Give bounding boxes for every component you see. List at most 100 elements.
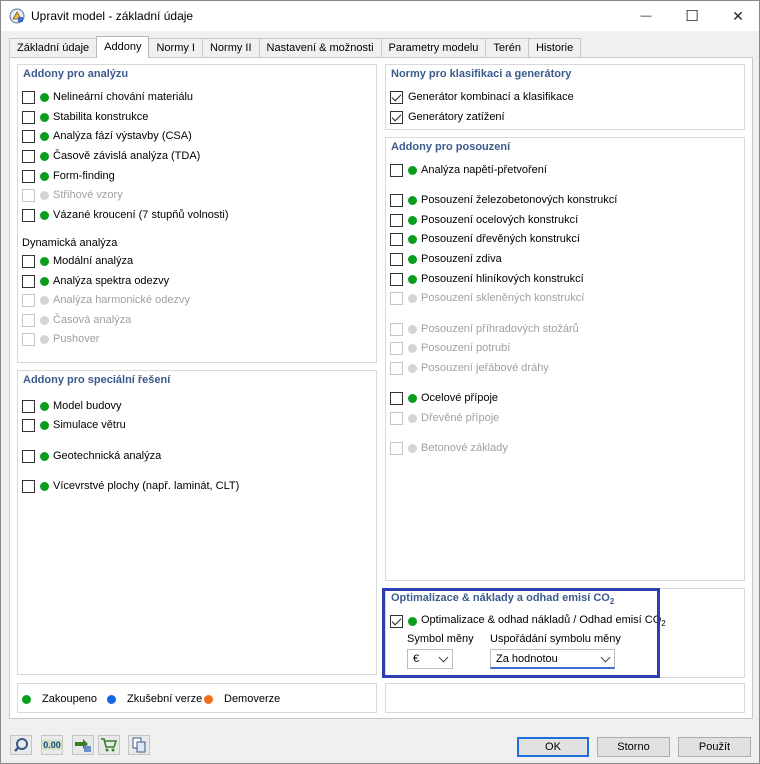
maximize-button[interactable]: ☐ [669,1,715,31]
checkbox[interactable] [22,208,35,222]
checkbox[interactable] [22,449,35,463]
addon-warping-torsion[interactable]: Vázané kroucení (7 stupňů volnosti) [22,207,229,223]
addon-label: Form-finding [53,170,115,182]
status-dot-icon [40,420,49,430]
tab-settings-options[interactable]: Nastavení & možnosti [258,38,382,58]
addon-time-dependent[interactable]: Časově závislá analýza (TDA) [22,148,200,164]
checkbox[interactable] [390,252,403,266]
checkbox[interactable] [390,232,403,246]
special-solutions-panel: Addony pro speciální řešení [17,370,377,675]
status-dot-icon [40,171,49,181]
addon-glass-design: Posouzení skleněných konstrukcí [390,290,584,306]
tab-history[interactable]: Historie [527,38,582,58]
addon-nonlinear-material[interactable]: Nelineární chování materiálu [22,89,193,105]
addon-label: Ocelové přípoje [421,392,499,404]
status-dot-icon [40,151,49,161]
addon-steel-design[interactable]: Posouzení ocelových konstrukcí [390,212,578,228]
checkbox[interactable] [22,479,35,493]
checkbox[interactable] [22,418,35,432]
addon-concrete-foundations: Betonové základy [390,440,508,456]
status-dot-icon [40,210,49,220]
addon-label: Posouzení železobetonových konstrukcí [421,194,618,206]
addon-label: Dřevěné přípoje [421,412,500,424]
checkbox[interactable] [22,149,35,163]
demo-dot-icon [204,694,213,704]
legend-purchased: Zakoupeno [22,691,97,707]
tab-addons[interactable]: Addony [96,36,150,58]
tab-terrain[interactable]: Terén [485,38,529,58]
checkbox[interactable] [22,254,35,268]
addon-time-history: Časová analýza [22,312,131,328]
addon-label: Analýza spektra odezvy [53,275,170,287]
addon-form-finding[interactable]: Form-finding [22,168,115,184]
status-dot-icon [40,334,49,344]
addon-timber-design[interactable]: Posouzení dřevěných konstrukcí [390,231,580,247]
tab-basic-data[interactable]: Základní údaje [9,38,98,58]
addon-stress-strain[interactable]: Analýza napětí-přetvoření [390,162,547,178]
checkbox[interactable] [390,90,403,104]
status-dot-icon [408,324,417,334]
status-dot-icon [40,256,49,266]
addon-steel-joints[interactable]: Ocelové přípoje [390,390,498,406]
apply-button[interactable]: Použít [678,737,751,757]
checkbox[interactable] [390,213,403,227]
addon-wind-simulation[interactable]: Simulace větru [22,417,126,433]
tab-standards-2[interactable]: Normy II [201,38,260,58]
shop-button[interactable] [98,735,120,755]
addon-response-spectrum[interactable]: Analýza spektra odezvy [22,273,169,289]
addon-aluminum-design[interactable]: Posouzení hliníkových konstrukcí [390,271,584,287]
app-icon [9,8,25,24]
window-title: Upravit model - základní údaje [31,9,194,23]
status-dot-icon [40,276,49,286]
units-button[interactable]: 0.00 [41,735,63,755]
addon-concrete-design[interactable]: Posouzení železobetonových konstrukcí [390,192,617,208]
checkbox[interactable] [22,274,35,288]
addon-label: Posouzení dřevěných konstrukcí [421,233,580,245]
status-dot-icon [408,195,417,205]
addon-structure-stability[interactable]: Stabilita konstrukce [22,109,148,125]
load-generators-option[interactable]: Generátory zatížení [390,109,505,125]
checkbox[interactable] [390,163,403,177]
tab-model-parameters[interactable]: Parametry modelu [380,38,487,58]
panel-title: Addony pro speciální řešení [23,374,171,386]
checkbox [22,313,35,327]
checkbox [22,293,35,307]
maximize-icon: ☐ [685,8,699,25]
transfer-icon [75,739,91,752]
addon-masonry-design[interactable]: Posouzení zdiva [390,251,502,267]
minimize-button[interactable]: — [623,1,669,31]
cancel-button[interactable]: Storno [597,737,670,757]
legend-label: Zakoupeno [42,693,98,705]
addon-modal-analysis[interactable]: Modální analýza [22,253,133,269]
addon-tower-design: Posouzení příhradových stožárů [390,321,579,337]
close-button[interactable]: ✕ [715,1,760,31]
checkbox[interactable] [390,193,403,207]
checkbox [390,361,403,375]
status-dot-icon [40,401,49,411]
import-export-button[interactable] [72,735,94,755]
checkbox[interactable] [22,169,35,183]
checkbox[interactable] [22,90,35,104]
checkbox[interactable] [390,391,403,405]
checkbox[interactable] [390,272,403,286]
checkbox[interactable] [390,110,403,124]
help-button[interactable] [10,735,32,755]
checkbox[interactable] [22,129,35,143]
checkbox[interactable] [22,110,35,124]
combination-generator-option[interactable]: Generátor kombinací a klasifikace [390,89,574,105]
addon-construction-stages[interactable]: Analýza fází výstavby (CSA) [22,128,192,144]
addon-label: Posouzení zdiva [421,253,502,265]
copy-button[interactable] [128,735,150,755]
addon-harmonic-response: Analýza harmonické odezvy [22,292,190,308]
ok-button[interactable]: OK [517,737,589,757]
addon-building-model[interactable]: Model budovy [22,398,122,414]
minimize-icon: — [640,10,652,22]
addon-label: Stabilita konstrukce [53,111,149,123]
checkbox[interactable] [22,399,35,413]
addon-geotechnical[interactable]: Geotechnická analýza [22,448,161,464]
close-icon: ✕ [732,7,744,24]
tab-standards-1[interactable]: Normy I [148,38,203,58]
addon-label: Posouzení skleněných konstrukcí [421,292,585,304]
addon-multilayer-surfaces[interactable]: Vícevrstvé plochy (např. laminát, CLT) [22,478,239,494]
trial-dot-icon [107,694,116,704]
